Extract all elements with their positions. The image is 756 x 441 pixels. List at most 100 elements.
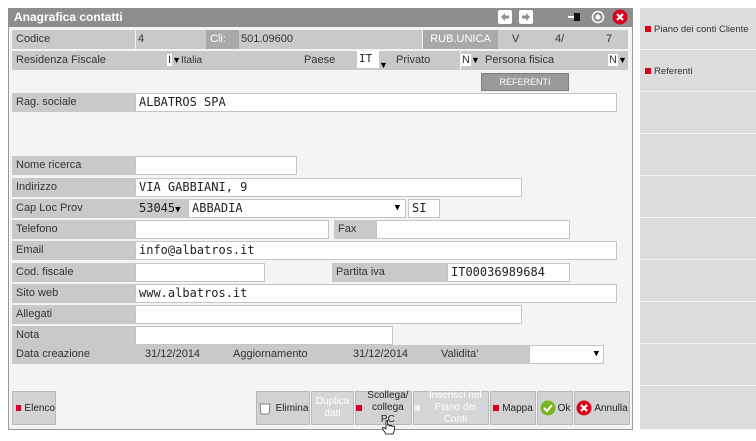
cap-value: 53045: [139, 201, 176, 215]
chevron-down-icon: ▼: [394, 203, 400, 213]
hand-cursor-icon: [381, 419, 397, 441]
cap-loc-prov-label: Cap Loc Prov: [12, 199, 135, 218]
email-label: Email: [12, 241, 135, 260]
mappa-button[interactable]: Mappa: [490, 391, 536, 425]
scollega-label-1: Scollega/: [367, 390, 409, 401]
inserisci-label-2: Piano dei Conti: [434, 402, 477, 425]
rub-n: 4/: [555, 33, 565, 45]
allegati-input[interactable]: [135, 305, 522, 324]
duplica-label-1: Duplica: [315, 396, 350, 407]
cod-fiscale-input[interactable]: [135, 263, 265, 282]
sidebar-empty-slot: [640, 344, 756, 386]
privato-label: Privato: [392, 51, 460, 70]
ok-button[interactable]: Ok: [537, 391, 573, 425]
elenco-button[interactable]: Elenco: [12, 391, 56, 425]
chevron-down-icon: ▼: [175, 205, 181, 215]
codice-value: 4: [136, 30, 208, 49]
sidebar-empty-slot: [640, 386, 756, 430]
allegati-label: Allegati: [12, 305, 135, 324]
inserisci-piano-conti-button[interactable]: Inserisci nel Piano dei Conti: [413, 390, 489, 425]
residenza-fiscale-select[interactable]: I▼Italia: [167, 51, 299, 70]
validita-label: Validita': [436, 345, 529, 364]
ok-label: Ok: [557, 402, 571, 414]
sidebar-empty-slot: [640, 134, 756, 176]
rub-unica-label: RUB.UNICA: [423, 30, 498, 49]
aggiornamento-label: Aggiornamento: [229, 345, 349, 364]
codice-label: Codice: [12, 30, 135, 49]
email-input[interactable]: info@albatros.it: [135, 241, 617, 260]
telefono-input[interactable]: [135, 220, 329, 239]
close-icon[interactable]: [612, 9, 628, 25]
cancel-icon: [576, 400, 592, 416]
next-record-icon[interactable]: [519, 10, 533, 24]
contact-window: [8, 8, 633, 430]
nome-ricerca-input[interactable]: [135, 156, 297, 175]
cli-label: Cli:: [206, 30, 239, 49]
annulla-button[interactable]: Annulla: [574, 391, 630, 425]
paese-select[interactable]: IT ▼: [357, 51, 392, 70]
privato-value: N: [461, 54, 471, 66]
validita-select[interactable]: ▼: [529, 345, 604, 364]
persona-fisica-value: N: [608, 54, 618, 66]
red-square-icon: [645, 68, 651, 74]
prev-record-icon[interactable]: [498, 10, 512, 24]
pin-icon[interactable]: [567, 10, 581, 24]
chevron-down-icon: ▼: [172, 55, 181, 65]
cli-value: 501.09600: [239, 30, 422, 49]
data-creazione-value: 31/12/2014: [116, 345, 229, 364]
privato-select[interactable]: N▼: [461, 51, 481, 70]
annulla-label: Annulla: [594, 402, 628, 414]
partita-iva-input[interactable]: IT00036989684: [447, 263, 570, 282]
telefono-label: Telefono: [12, 220, 135, 239]
nome-ricerca-label: Nome ricerca: [12, 156, 135, 175]
sidebar-empty-slot: [640, 218, 756, 260]
rag-sociale-label: Rag. sociale: [12, 93, 135, 112]
rub-v: V: [512, 33, 520, 45]
nota-label: Nota: [12, 326, 135, 345]
elenco-label: Elenco: [24, 402, 55, 414]
cap-select[interactable]: 53045▼: [135, 199, 188, 218]
cod-fiscale-label: Cod. fiscale: [12, 263, 135, 282]
persona-fisica-select[interactable]: N▼: [608, 51, 628, 70]
data-creazione-label: Data creazione: [12, 345, 116, 364]
elimina-label: Elimina: [275, 402, 309, 414]
rag-sociale-input[interactable]: ALBATROS SPA: [135, 93, 617, 112]
trash-icon: [259, 403, 271, 415]
grey-square-icon: [414, 405, 420, 411]
sito-web-label: Sito web: [12, 284, 135, 303]
sidebar-empty-slot: [640, 260, 756, 302]
residenza-value: Italia: [180, 55, 203, 66]
referenti-button[interactable]: REFERENTI: [481, 73, 569, 91]
nota-input[interactable]: [135, 326, 393, 345]
chevron-down-icon: ▼: [593, 349, 599, 359]
provincia-input[interactable]: SI: [408, 199, 440, 218]
record-icon[interactable]: [591, 10, 605, 24]
indirizzo-input[interactable]: VIA GABBIANI, 9: [135, 178, 522, 197]
sidebar-item-referenti-label: Referenti: [645, 66, 693, 77]
chevron-down-icon: ▼: [470, 55, 480, 65]
sidebar-empty-slot: [640, 176, 756, 218]
localita-select[interactable]: ABBADIA ▼: [188, 199, 406, 218]
localita-value: ABBADIA: [192, 201, 243, 215]
chevron-down-icon: ▼: [379, 60, 388, 70]
persona-fisica-label: Persona fisica: [481, 51, 608, 70]
aggiornamento-value: 31/12/2014: [349, 345, 436, 364]
sidebar-empty-slot: [640, 302, 756, 344]
paese-label: Paese: [299, 51, 357, 70]
check-icon: [540, 400, 556, 416]
duplica-dati-button[interactable]: Duplica dati: [311, 391, 354, 425]
red-square-icon: [493, 405, 500, 411]
window-title: Anagrafica contatti: [14, 10, 123, 24]
elimina-button[interactable]: Elimina: [256, 391, 310, 425]
fax-input[interactable]: [376, 220, 570, 239]
sidebar-item-piano-conti-cliente-label: Piano dei conti Cliente: [645, 24, 749, 35]
sidebar-empty-slot: [640, 92, 756, 134]
paese-value: IT: [357, 51, 379, 68]
fax-label: Fax: [334, 220, 376, 239]
residenza-fiscale-label: Residenza Fiscale: [12, 51, 167, 70]
indirizzo-label: Indirizzo: [12, 178, 135, 197]
inserisci-label-1: Inserisci nel: [428, 390, 482, 401]
rub-values: V 4/ 7: [498, 30, 628, 49]
sito-web-input[interactable]: www.albatros.it: [135, 284, 617, 303]
red-square-icon: [16, 405, 22, 411]
